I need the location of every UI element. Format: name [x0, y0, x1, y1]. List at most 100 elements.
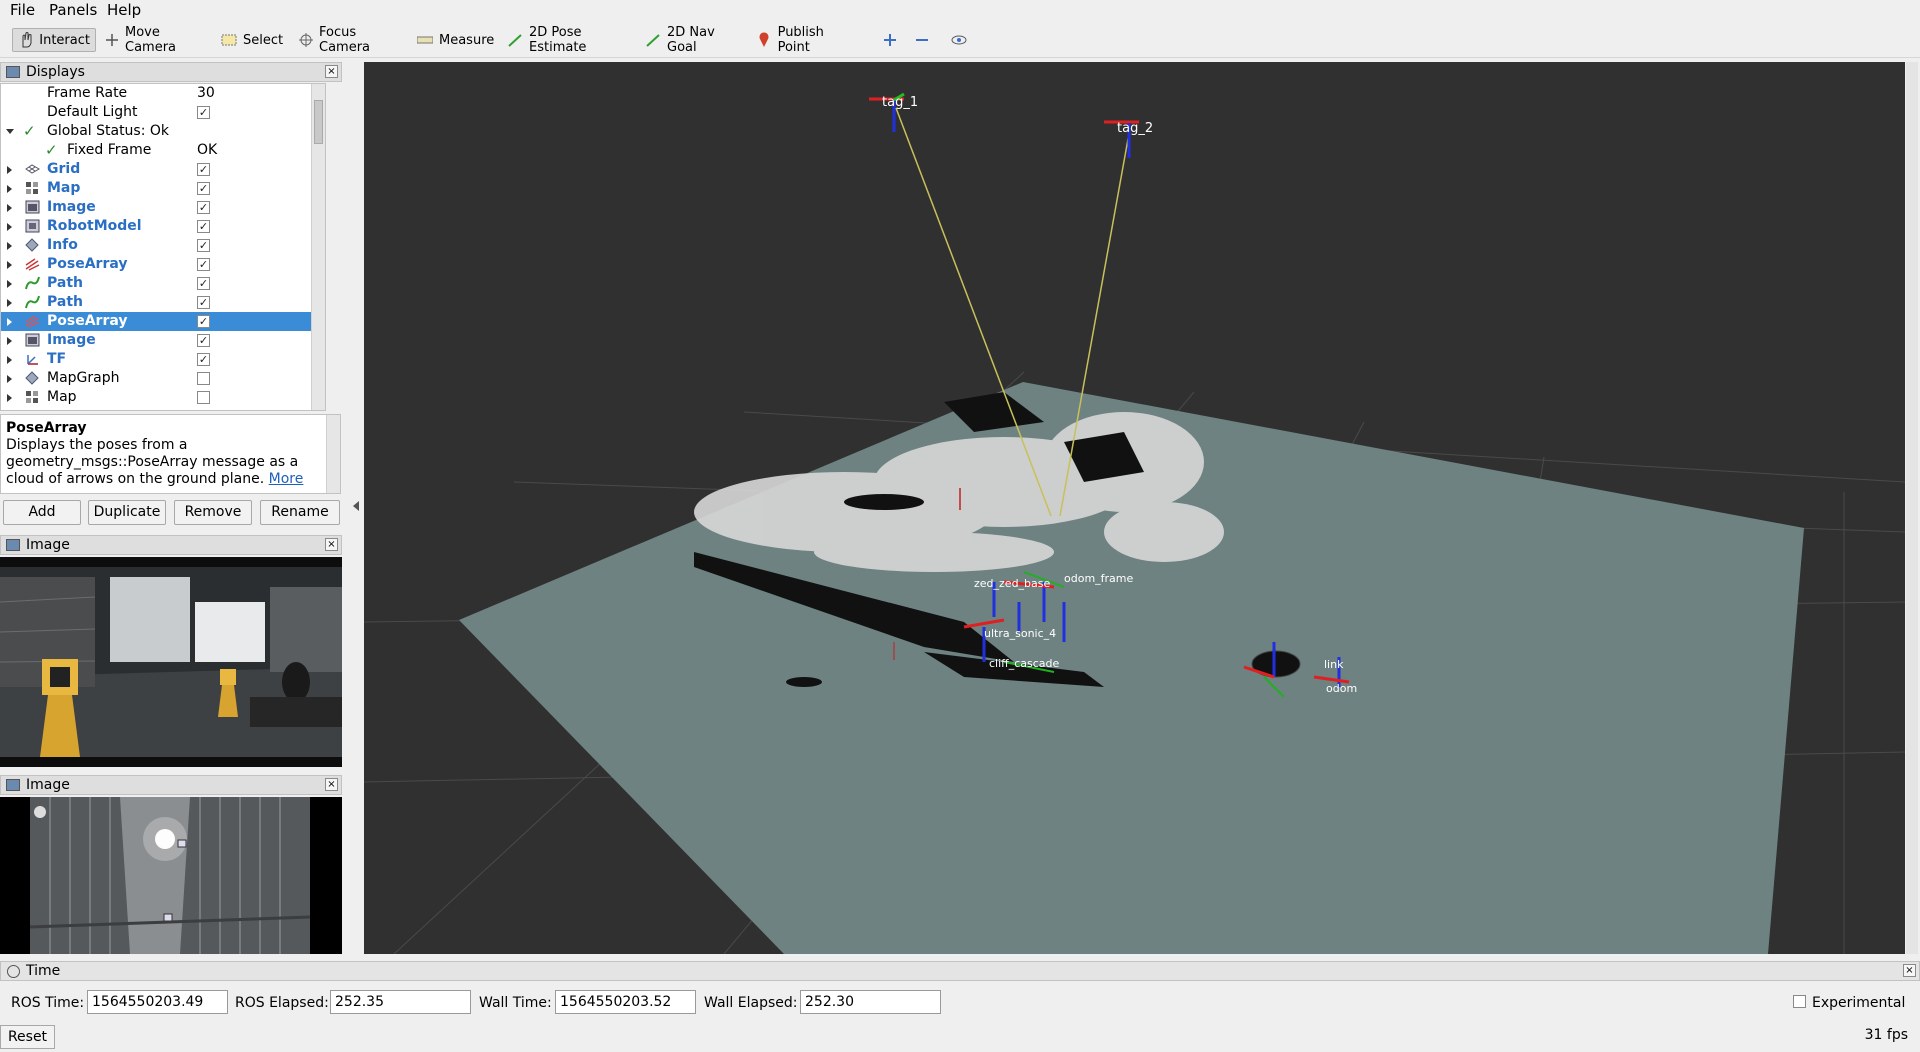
3d-viewport[interactable]: tag_1 tag_2 zed_zed_base odom_frame ultr… — [364, 62, 1905, 954]
interact-tool[interactable]: Interact — [12, 28, 96, 52]
measure-tool[interactable]: Measure — [412, 28, 494, 52]
remove-tool-button[interactable] — [910, 28, 938, 52]
checkbox[interactable]: ✓ — [197, 220, 210, 233]
svg-text:cliff_cascade: cliff_cascade — [989, 657, 1060, 670]
add-tool-button[interactable] — [878, 28, 902, 52]
display-mapgraph[interactable]: MapGraph — [1, 369, 325, 388]
expand-arrow-icon[interactable] — [7, 356, 12, 364]
close-icon[interactable]: × — [325, 65, 338, 78]
right-splitter[interactable] — [1906, 62, 1918, 954]
checkbox[interactable]: ✓ — [197, 277, 210, 290]
global-status-row[interactable]: ✓ Global Status: Ok — [1, 122, 325, 141]
ros-time-field[interactable]: 1564550203.49 — [87, 990, 228, 1014]
check-icon: ✓ — [45, 141, 58, 159]
minus-icon — [915, 32, 929, 48]
checkbox[interactable]: ✓ — [197, 315, 210, 328]
view-menu-button[interactable] — [946, 28, 974, 52]
remove-button[interactable]: Remove — [174, 500, 252, 525]
display-robotmodel[interactable]: RobotModel ✓ — [1, 217, 325, 236]
description-scrollbar[interactable] — [326, 415, 340, 493]
checkbox[interactable]: ✓ — [197, 106, 210, 119]
ruler-icon — [417, 32, 433, 48]
checkbox[interactable]: ✓ — [197, 334, 210, 347]
display-info[interactable]: Info ✓ — [1, 236, 325, 255]
3d-scene: tag_1 tag_2 zed_zed_base odom_frame ultr… — [364, 62, 1905, 954]
expand-arrow-icon[interactable] — [7, 242, 12, 250]
hand-icon — [18, 32, 33, 48]
focus-camera-tool[interactable]: Focus Camera — [294, 25, 400, 55]
move-camera-tool[interactable]: Move Camera — [100, 25, 206, 55]
display-image[interactable]: Image ✓ — [1, 198, 325, 217]
display-posearray[interactable]: PoseArray ✓ — [1, 255, 325, 274]
expand-arrow-icon[interactable] — [7, 185, 12, 193]
path-icon — [25, 295, 40, 309]
expand-arrow-icon[interactable] — [7, 166, 12, 174]
checkbox[interactable]: ✓ — [197, 239, 210, 252]
checkbox-unchecked[interactable] — [197, 372, 210, 385]
scroll-thumb[interactable] — [314, 100, 323, 144]
more-link[interactable]: More — [269, 471, 304, 487]
display-path[interactable]: Path ✓ — [1, 274, 325, 293]
expand-arrow-icon[interactable] — [7, 280, 12, 288]
displays-scrollbar[interactable] — [311, 84, 325, 410]
wall-elapsed-field[interactable]: 252.30 — [800, 990, 941, 1014]
expand-arrow-icon[interactable] — [7, 223, 12, 231]
collapse-left-icon[interactable] — [353, 501, 359, 511]
checkbox-unchecked[interactable] — [197, 391, 210, 404]
display-description: PoseArray Displays the poses from a geom… — [0, 414, 341, 494]
menu-help[interactable]: Help — [107, 1, 141, 19]
select-tool[interactable]: Select — [216, 28, 286, 52]
experimental-checkbox[interactable] — [1793, 995, 1806, 1008]
reset-button[interactable]: Reset — [0, 1025, 55, 1049]
property-default-light[interactable]: Default Light ✓ — [1, 103, 325, 122]
display-map[interactable]: Map ✓ — [1, 179, 325, 198]
move-icon — [105, 32, 119, 48]
nav-goal-tool[interactable]: 2D Nav Goal — [640, 25, 736, 55]
svg-text:zed_zed_base: zed_zed_base — [974, 577, 1051, 590]
checkbox[interactable]: ✓ — [197, 258, 210, 271]
display-path[interactable]: Path ✓ — [1, 293, 325, 312]
checkbox[interactable]: ✓ — [197, 182, 210, 195]
menu-panels[interactable]: Panels — [49, 1, 97, 19]
fixed-frame-row[interactable]: ✓ Fixed Frame OK — [1, 141, 325, 160]
expand-arrow-icon[interactable] — [7, 394, 12, 402]
property-frame-rate[interactable]: Frame Rate 30 — [1, 84, 325, 103]
rename-button[interactable]: Rename — [260, 500, 340, 525]
mapgraph-icon — [25, 371, 39, 385]
display-grid[interactable]: Grid ✓ — [1, 160, 325, 179]
check-icon: ✓ — [23, 122, 36, 140]
expand-arrow-icon[interactable] — [7, 318, 12, 326]
toolbar: Interact Move Camera Select Focus Camera… — [0, 23, 1920, 58]
expand-arrow-icon[interactable] — [7, 375, 12, 383]
close-icon[interactable]: × — [1903, 964, 1916, 977]
checkbox[interactable]: ✓ — [197, 163, 210, 176]
checkbox[interactable]: ✓ — [197, 353, 210, 366]
experimental-label: Experimental — [1812, 995, 1906, 1011]
svg-text:odom_frame: odom_frame — [1064, 572, 1134, 585]
image-icon — [25, 333, 40, 347]
expand-arrow-icon[interactable] — [7, 204, 12, 212]
display-tf[interactable]: TF ✓ — [1, 350, 325, 369]
duplicate-button[interactable]: Duplicate — [88, 500, 166, 525]
expand-arrow-icon[interactable] — [7, 261, 12, 269]
pose-estimate-tool[interactable]: 2D Pose Estimate — [502, 25, 626, 55]
publish-point-tool[interactable]: Publish Point — [752, 25, 858, 55]
close-icon[interactable]: × — [325, 778, 338, 791]
display-posearray-selected[interactable]: PoseArray ✓ — [1, 312, 325, 331]
ros-elapsed-label: ROS Elapsed: — [235, 995, 329, 1011]
wall-time-field[interactable]: 1564550203.52 — [555, 990, 696, 1014]
menu-file[interactable]: File — [10, 1, 35, 19]
tf-icon — [27, 355, 38, 365]
close-icon[interactable]: × — [325, 538, 338, 551]
add-button[interactable]: Add — [3, 500, 81, 525]
display-image[interactable]: Image ✓ — [1, 331, 325, 350]
checkbox[interactable]: ✓ — [197, 201, 210, 214]
display-map-disabled[interactable]: Map — [1, 388, 325, 407]
wall-time-label: Wall Time: — [479, 995, 552, 1011]
expand-arrow-icon[interactable] — [7, 299, 12, 307]
expand-arrow-icon[interactable] — [6, 129, 14, 134]
ros-elapsed-field[interactable]: 252.35 — [330, 990, 471, 1014]
checkbox[interactable]: ✓ — [197, 296, 210, 309]
expand-arrow-icon[interactable] — [7, 337, 12, 345]
camera-image-1 — [0, 557, 342, 767]
